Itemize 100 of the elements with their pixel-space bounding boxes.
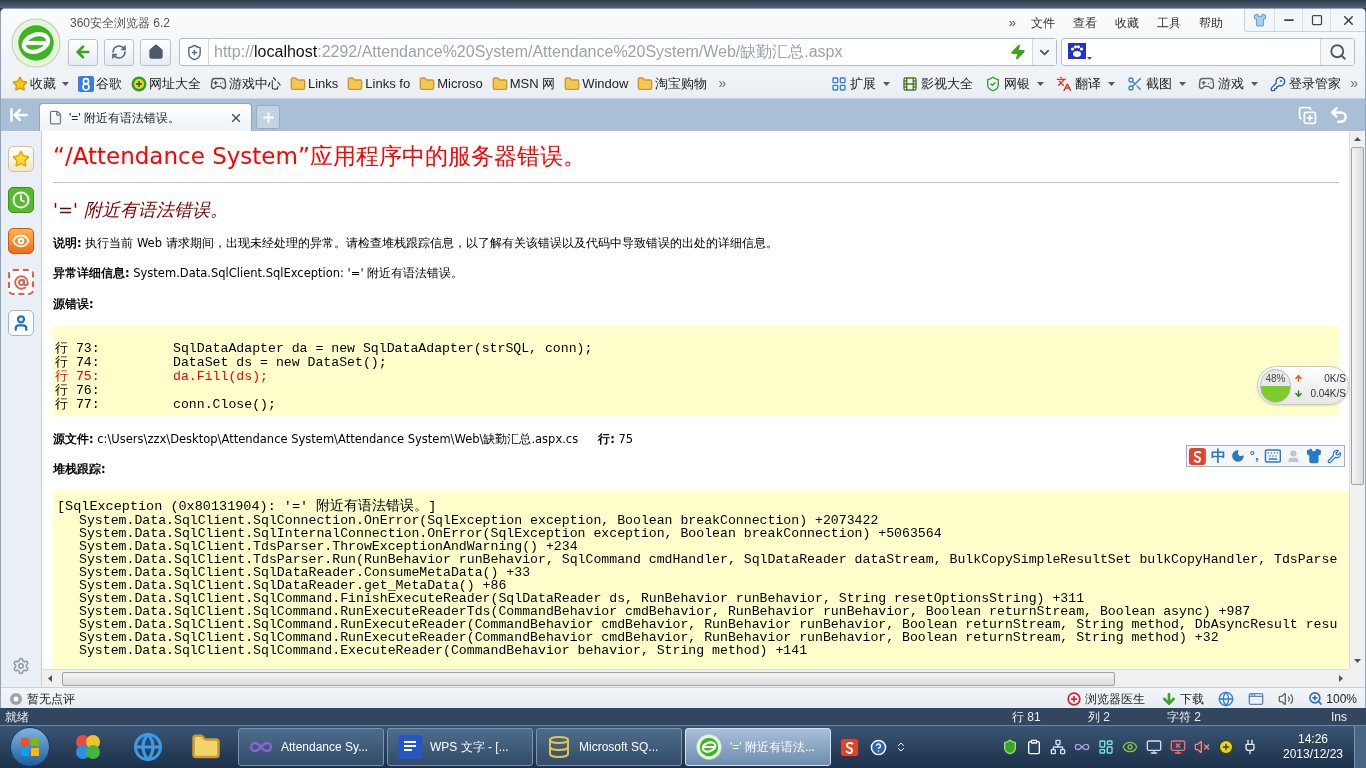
url-field[interactable]: http://localhost:2292/Attendance%20System/Attendance%20System/Web/缺勤汇总.aspx (214, 40, 1010, 64)
plus-icon[interactable] (1218, 739, 1234, 755)
more-button[interactable]: » (1347, 73, 1361, 94)
toolbar-button[interactable]: 影视大全 (902, 73, 974, 94)
menu-item[interactable]: 工具 (1148, 14, 1190, 32)
moon-icon[interactable] (1230, 449, 1245, 463)
toolbar-button[interactable]: 网银 (985, 73, 1045, 94)
stack-frame: System.Data.SqlClient.SqlCommand.ExecuteReader(CommandBehavior behavior, String method) +141 (57, 644, 1349, 657)
app-icon[interactable] (841, 738, 858, 756)
input-mode[interactable]: 中 (1210, 447, 1226, 465)
clock-icon[interactable] (8, 187, 34, 213)
help-icon[interactable] (870, 738, 887, 756)
column-indicator: 列 2 (1088, 708, 1111, 726)
bookmark[interactable]: Microso (418, 73, 484, 94)
refresh-button[interactable] (104, 38, 134, 66)
grid-icon[interactable] (1098, 739, 1114, 755)
error-heading: “/Attendance System”应用程序中的服务器错误。 (53, 142, 587, 171)
mail-icon[interactable] (8, 269, 34, 295)
clock-date: 2013/12/23 (1282, 747, 1344, 762)
network-icon[interactable] (1050, 739, 1066, 755)
download-icon[interactable] (1161, 690, 1178, 707)
document-icon (398, 735, 422, 759)
scrollbar-thumb[interactable] (1351, 147, 1364, 485)
bookmark[interactable]: Window (563, 73, 630, 94)
globe-icon[interactable] (1218, 690, 1235, 707)
menu-item[interactable]: 查看 (1064, 14, 1106, 32)
speaker-icon[interactable] (1278, 690, 1295, 707)
window-icon[interactable] (1248, 690, 1265, 707)
shirt-icon[interactable] (1306, 448, 1323, 464)
monitor-icon[interactable] (1146, 739, 1162, 755)
toolbar-button[interactable]: 登录管家 (1270, 73, 1342, 94)
line-indicator: 行 81 (1012, 708, 1042, 726)
app-icon[interactable] (1189, 447, 1206, 465)
home-button[interactable] (140, 38, 171, 66)
keyboard-icon[interactable] (1263, 447, 1282, 465)
menu-item[interactable]: 文件 (1022, 14, 1064, 32)
bookmark[interactable]: Links fo (346, 73, 412, 94)
paw-icon[interactable] (1068, 43, 1093, 61)
bookmark[interactable]: 谷歌 (77, 73, 123, 94)
download-link[interactable]: 下载 (1180, 689, 1205, 708)
muted-speaker-icon[interactable] (1194, 739, 1210, 755)
back-button[interactable] (68, 38, 98, 66)
toolbar-button[interactable]: 翻译 (1056, 73, 1116, 94)
pinwheel-icon[interactable] (73, 732, 103, 762)
caret-icon[interactable] (1179, 81, 1187, 86)
scrollbar-thumb[interactable] (62, 671, 1115, 686)
zoom-level[interactable]: 100% (1326, 689, 1357, 708)
plug-icon[interactable] (1242, 739, 1258, 755)
menu-item[interactable]: 收藏 (1106, 14, 1148, 32)
doctor-icon[interactable] (1067, 691, 1082, 706)
taskbar-button[interactable]: WPS 文字 - [... (387, 728, 533, 766)
sidebar-toggle-icon[interactable] (9, 105, 29, 125)
globe-icon[interactable] (133, 732, 163, 762)
eye-icon[interactable] (8, 228, 34, 254)
bookmark[interactable]: 游戏中心 (209, 73, 282, 94)
scroll-up-icon[interactable] (1354, 137, 1361, 141)
bookmark[interactable]: Links (289, 73, 340, 94)
caret-icon[interactable] (1108, 81, 1116, 86)
bolt-icon[interactable] (1010, 44, 1026, 60)
caret-icon[interactable] (883, 81, 891, 86)
browser-tab[interactable]: '=' 附近有语法错误。 (39, 103, 252, 131)
caret-icon[interactable] (62, 81, 69, 86)
shield-icon[interactable] (1002, 739, 1018, 755)
caret-icon[interactable] (1037, 81, 1045, 86)
doctor-link[interactable]: 浏览器医生 (1085, 689, 1146, 708)
folder-icon (347, 75, 364, 92)
more-button[interactable]: » (1002, 13, 1022, 33)
caret-icon[interactable] (1251, 81, 1259, 86)
gamepad-icon (210, 75, 227, 92)
shield-icon[interactable] (185, 43, 203, 61)
scroll-left-icon[interactable] (48, 675, 52, 682)
bookmark[interactable]: 淘宝购物 (636, 73, 709, 94)
menu-item[interactable]: 帮助 (1190, 14, 1232, 32)
more-button[interactable]: » (715, 73, 730, 94)
eye-icon[interactable] (1122, 739, 1138, 755)
bookmark[interactable]: 网址大全 (130, 73, 202, 94)
taskbar-button[interactable]: Microsoft SQ... (536, 728, 682, 766)
toolbar-button[interactable]: 扩展 (831, 73, 891, 94)
upload-speed: 0K/S (1324, 371, 1346, 386)
punctuation-mode[interactable]: °, (1249, 448, 1259, 464)
wrench-icon[interactable] (1327, 448, 1342, 464)
bookmark[interactable]: MSN 网 (490, 73, 557, 94)
taskbar-button[interactable]: Attendance Sy... (238, 728, 384, 766)
network-error-icon[interactable] (1170, 739, 1186, 755)
upload-icon (1294, 373, 1303, 383)
clipboard-icon[interactable] (1026, 739, 1042, 755)
settings-icon[interactable] (12, 657, 30, 675)
scroll-down-icon[interactable] (1354, 659, 1361, 663)
rating-text: 暂无点评 (27, 690, 75, 708)
search-button[interactable] (1320, 39, 1354, 65)
start-button[interactable] (10, 727, 50, 767)
person-icon[interactable] (8, 310, 34, 336)
maximize-icon[interactable] (1310, 14, 1323, 26)
toolbar-button[interactable]: 截图 (1127, 73, 1187, 94)
flag-icon (20, 737, 40, 757)
zoom-icon[interactable] (1308, 691, 1324, 706)
expand-icon[interactable] (895, 741, 907, 753)
toolbar-button[interactable]: 游戏 (1198, 73, 1259, 94)
bookmark[interactable]: 收藏 (11, 73, 70, 94)
scroll-right-icon[interactable] (1339, 675, 1343, 682)
